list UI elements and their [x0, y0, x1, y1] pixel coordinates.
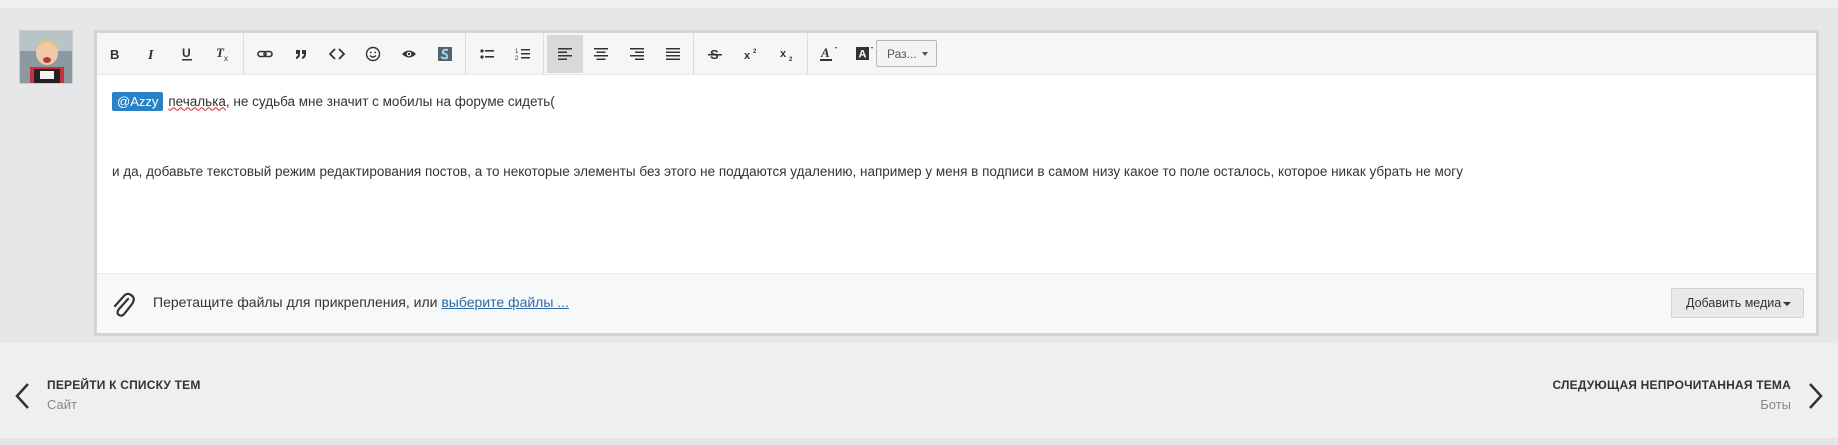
font-size-label: Раз...: [887, 46, 917, 61]
svg-text:x: x: [744, 50, 751, 62]
text-color-icon[interactable]: A: [811, 35, 847, 73]
svg-text:U: U: [182, 46, 191, 60]
paperclip-icon: [113, 292, 135, 317]
svg-text:I: I: [147, 48, 154, 61]
svg-text:2: 2: [753, 49, 757, 55]
svg-text:1: 1: [515, 49, 519, 55]
link-icon[interactable]: [247, 35, 283, 73]
align-left-icon[interactable]: [547, 35, 583, 73]
avatar[interactable]: [19, 30, 73, 84]
subscript-icon[interactable]: x2: [769, 35, 805, 73]
svg-text:x: x: [780, 48, 787, 60]
justify-icon[interactable]: [655, 35, 691, 73]
svg-text:2: 2: [789, 57, 793, 62]
align-right-icon[interactable]: [619, 35, 655, 73]
font-size-select[interactable]: Раз...: [876, 40, 937, 67]
svg-text:A: A: [820, 45, 830, 60]
emoji-icon[interactable]: [355, 35, 391, 73]
svg-text:A: A: [859, 49, 867, 61]
svg-text:B: B: [110, 47, 119, 61]
add-media-button[interactable]: Добавить медиа: [1671, 288, 1804, 318]
svg-text:x: x: [224, 54, 228, 62]
strikethrough-icon[interactable]: S: [697, 35, 733, 73]
code-icon[interactable]: [319, 35, 355, 73]
underline-icon[interactable]: U: [169, 35, 205, 73]
user-mention[interactable]: @Azzy: [112, 91, 164, 111]
choose-files-link[interactable]: выберите файлы ...: [441, 294, 569, 310]
editor-toolbar: B I U Tx 1 2 S x 2 x 2 A A Раз...: [97, 33, 1816, 75]
chevron-down-icon: [922, 52, 928, 56]
source-icon[interactable]: [427, 35, 463, 73]
reply-pane: B I U Tx 1 2 S x 2 x 2 A A Раз... @Azzy …: [0, 8, 1838, 343]
bold-icon[interactable]: B: [97, 35, 133, 73]
misspelled-word: печалька: [168, 93, 226, 109]
italic-icon[interactable]: I: [133, 35, 169, 73]
post-line-2: и да, добавьте текстовый режим редактиро…: [112, 164, 1463, 179]
post-line-1: @Azzy печалька , не судьба мне значит с …: [112, 90, 1801, 112]
post-editor: B I U Tx 1 2 S x 2 x 2 A A Раз... @Azzy …: [94, 30, 1819, 336]
bulleted-list-icon[interactable]: [469, 35, 505, 73]
editor-content[interactable]: @Azzy печалька , не судьба мне значит с …: [97, 76, 1816, 276]
superscript-icon[interactable]: x2: [733, 35, 769, 73]
align-center-icon[interactable]: [583, 35, 619, 73]
remove-format-icon[interactable]: Tx: [205, 35, 241, 73]
prev-nav-subtitle: Сайт: [47, 397, 77, 412]
attachment-bar: Перетащите файлы для прикрепления, или в…: [97, 273, 1816, 333]
spoiler-icon[interactable]: [391, 35, 427, 73]
add-media-label: Добавить медиа: [1686, 296, 1782, 310]
post-line-1-text: , не судьба мне значит с мобилы на форум…: [225, 93, 555, 109]
chevron-down-icon: [1783, 302, 1791, 306]
svg-text:2: 2: [515, 56, 519, 62]
chevron-left-icon: [15, 383, 29, 409]
chevron-right-icon: [1809, 383, 1823, 409]
numbered-list-icon[interactable]: 12: [505, 35, 541, 73]
attach-hint-text: Перетащите файлы для прикрепления, или: [153, 294, 438, 310]
next-nav-title: СЛЕДУЮЩАЯ НЕПРОЧИТАННАЯ ТЕМА: [1552, 378, 1791, 392]
prev-nav-title: ПЕРЕЙТИ К СПИСКУ ТЕМ: [47, 378, 201, 392]
quote-icon[interactable]: [283, 35, 319, 73]
next-nav-subtitle: Боты: [1760, 397, 1791, 412]
bottom-divider: [0, 438, 1838, 445]
attach-hint: Перетащите файлы для прикрепления, или в…: [153, 294, 569, 310]
